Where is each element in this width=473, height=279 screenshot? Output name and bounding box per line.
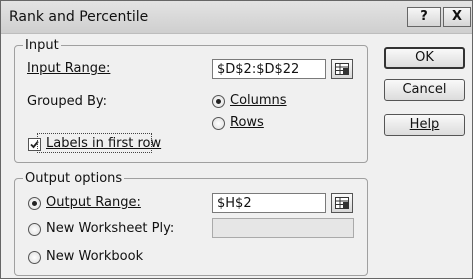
range-selector-icon [335,63,349,75]
help-button[interactable]: Help [384,114,465,136]
new-worksheet-radio[interactable] [28,223,41,236]
grouped-by-label: Grouped By: [27,94,108,109]
output-range-field[interactable]: $H$2 [212,193,326,213]
input-range-label: Input Range: [27,61,111,76]
close-icon: X [451,9,463,24]
rows-radio[interactable] [212,117,225,130]
new-workbook-label: New Workbook [46,249,144,264]
dialog-title: Rank and Percentile [9,9,149,25]
output-options-legend: Output options [23,171,125,186]
new-workbook-radio[interactable] [28,251,41,264]
title-close-button[interactable]: X [443,7,471,27]
output-range-collapse-button[interactable] [331,193,353,213]
range-selector-icon [335,197,349,209]
labels-first-row-label: Labels in first row [46,136,162,151]
columns-radio[interactable] [212,95,225,108]
input-group-legend: Input [23,38,61,53]
input-range-field[interactable]: $D$2:$D$22 [212,59,326,79]
rank-and-percentile-dialog: Rank and Percentile ? X Input Input Rang… [0,0,473,279]
help-icon: ? [420,9,428,24]
ok-button[interactable]: OK [384,47,465,69]
output-range-label: Output Range: [46,195,141,210]
title-bar: Rank and Percentile ? X [1,1,472,34]
cancel-button[interactable]: Cancel [384,79,465,101]
new-worksheet-field[interactable] [212,218,354,238]
title-help-button[interactable]: ? [407,7,441,27]
input-range-collapse-button[interactable] [331,59,353,79]
output-range-radio[interactable] [28,197,41,210]
new-worksheet-label: New Worksheet Ply: [46,221,175,236]
columns-label: Columns [230,93,287,108]
rows-label: Rows [230,115,264,130]
